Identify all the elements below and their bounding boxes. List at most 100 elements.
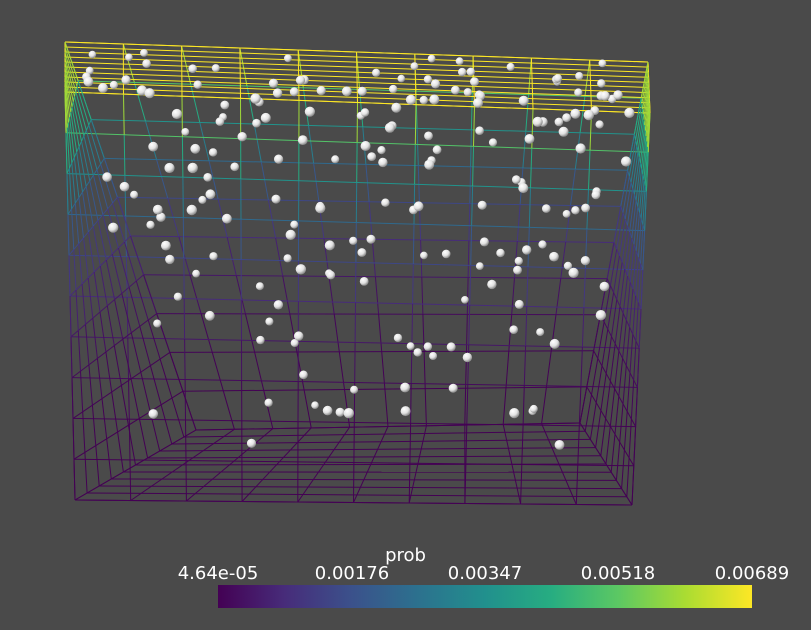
grid-line [468,203,471,241]
grid-line [614,396,620,435]
particle-sphere [187,162,198,174]
grid-line [424,388,427,426]
particle-sphere [598,59,607,68]
grid-line [368,201,373,240]
grid-line [338,351,345,390]
particle-sphere [208,148,218,157]
grid-line [92,318,98,359]
grid-line [626,457,630,497]
particle-sphere [190,143,201,154]
grid-line [68,168,73,209]
particle-sphere [524,134,535,144]
grid-line [522,385,525,426]
particle-sphere [581,203,590,213]
particle-sphere [413,348,422,357]
particle-sphere [140,49,148,57]
grid-line [267,199,277,238]
grid-line [408,463,411,504]
particle-sphere [599,281,610,292]
particle-sphere [451,85,460,95]
grid-line [81,141,91,181]
grid-line [183,430,586,438]
grid-line [190,84,201,123]
grid-line [633,426,637,466]
scalar-bar-tick-0: 4.64e-05 [177,563,259,584]
grid-line [82,411,86,453]
grid-line [169,352,184,392]
grid-line [466,384,469,425]
particle-sphere [568,267,579,278]
particle-sphere [591,190,601,200]
particle-sphere [274,154,284,164]
particle-sphere [165,254,175,265]
grid-line [66,173,69,215]
particle-sphere [446,342,456,352]
particle-sphere [102,172,112,182]
grid-line [620,170,629,207]
render-viewport[interactable] [0,0,811,630]
grid-line [308,125,315,164]
particle-sphere [427,54,436,63]
grid-line [160,404,173,445]
grid-line [92,175,104,215]
particle-sphere [518,183,529,194]
particle-sphere [203,173,212,182]
particle-sphere [171,108,182,120]
grid-line [185,419,187,461]
particle-sphere [250,93,261,104]
grid-line [530,148,533,188]
grid-line [609,343,616,382]
grid-line [600,373,607,411]
grid-line [171,438,591,445]
grid-line [263,390,274,429]
grid-line [111,253,123,294]
particle-sphere [186,204,197,216]
particle-sphere [188,64,197,73]
grid-line [260,161,269,201]
grid-line [85,130,98,170]
grid-line [414,144,416,185]
grid-line [541,387,547,424]
grid-line [113,345,122,386]
particle-sphere [153,319,162,328]
particle-sphere [230,162,239,172]
particle-sphere [562,113,571,123]
grid-line [570,169,576,206]
particle-sphere [372,68,381,77]
grid-line [609,388,616,427]
particle-sphere [173,292,182,301]
grid-line [111,391,119,433]
particle-sphere [470,77,479,87]
grid-line [505,351,510,388]
grid-line [127,337,129,379]
grid-line [464,388,467,426]
particle-sphere [509,408,520,419]
particle-sphere [304,106,315,117]
grid-line [128,287,141,327]
grid-line [92,226,101,267]
particle-sphere [536,328,545,337]
particle-sphere [400,382,410,393]
particle-sphere [265,317,274,326]
grid-line [100,163,114,204]
grid-line [625,282,631,321]
particle-sphere [575,72,584,80]
particle-sphere [475,126,484,135]
grid-line [614,306,621,344]
particle-sphere [553,74,563,83]
grid-line [625,327,631,366]
grid-line [586,350,595,387]
particle-sphere [161,240,171,251]
grid-line [595,410,602,448]
grid-line [129,459,132,501]
particle-sphere [256,335,265,345]
particle-sphere [529,404,538,413]
grid-line [525,306,528,346]
grid-line [121,293,132,333]
grid-line [105,351,113,393]
grid-line [626,188,634,226]
grid-line [184,339,186,380]
particle-sphere [350,385,359,394]
grid-line [621,449,625,489]
grid-line [333,313,340,352]
